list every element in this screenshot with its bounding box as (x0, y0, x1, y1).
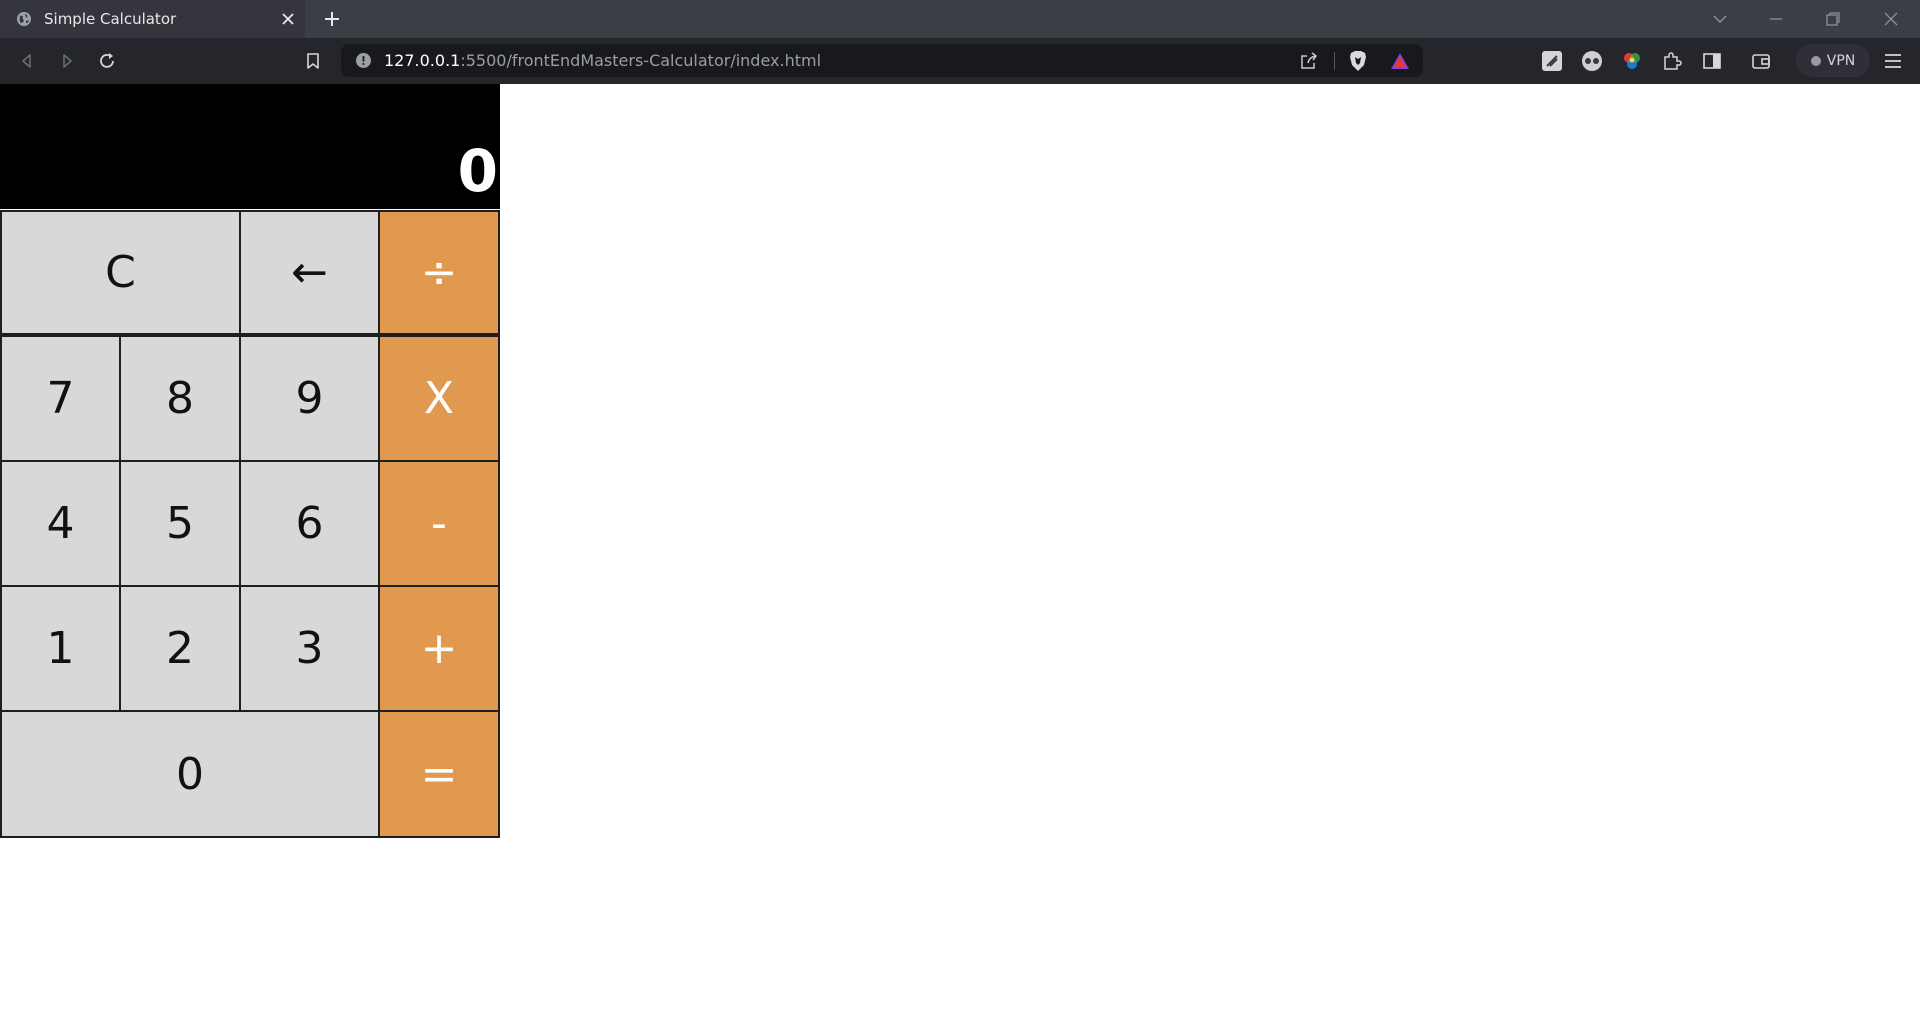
digit-2-button[interactable]: 2 (119, 585, 241, 712)
clear-button[interactable]: C (0, 210, 241, 335)
digit-7-button[interactable]: 7 (0, 335, 121, 462)
minimize-icon[interactable] (1767, 10, 1785, 28)
close-window-icon[interactable] (1882, 10, 1900, 28)
vpn-button[interactable]: VPN (1796, 44, 1870, 77)
globe-icon (17, 12, 31, 26)
sidebar-icon[interactable] (1701, 50, 1723, 72)
divide-button[interactable]: ÷ (378, 210, 500, 335)
calculator-display: 0 (0, 84, 500, 209)
minus-button[interactable]: - (378, 460, 500, 587)
browser-tab[interactable]: Simple Calculator (0, 0, 305, 38)
puzzle-icon[interactable] (1661, 50, 1683, 72)
digit-6-button[interactable]: 6 (239, 460, 380, 587)
reload-icon[interactable] (97, 51, 117, 71)
backspace-button[interactable]: ← (239, 210, 380, 335)
page-viewport: 0 C ← ÷ 7 8 9 X 4 5 6 - 1 2 3 + 0 = (0, 84, 1920, 1020)
share-icon[interactable] (1299, 51, 1319, 71)
url-host: 127.0.0.1 (384, 51, 461, 70)
digit-1-button[interactable]: 1 (0, 585, 121, 712)
digit-0-button[interactable]: 0 (0, 710, 380, 838)
extension-icon[interactable] (1581, 50, 1603, 72)
calculator-keypad: C ← ÷ 7 8 9 X 4 5 6 - 1 2 3 + 0 = (0, 210, 500, 838)
extension-icon[interactable] (1541, 50, 1563, 72)
vpn-label: VPN (1826, 52, 1856, 69)
wallet-icon[interactable] (1750, 50, 1772, 72)
url-text[interactable]: 127.0.0.1:5500/frontEndMasters-Calculato… (384, 44, 821, 77)
tab-search-chevron-icon[interactable] (1711, 10, 1729, 28)
navigation-toolbar: 127.0.0.1:5500/frontEndMasters-Calculato… (0, 38, 1920, 84)
restore-icon[interactable] (1824, 10, 1842, 28)
url-path: :5500/frontEndMasters-Calculator/index.h… (460, 51, 822, 70)
close-tab-icon[interactable] (280, 11, 296, 27)
vpn-status-icon (1810, 55, 1821, 66)
plus-button[interactable]: + (378, 585, 500, 712)
brave-shield-icon[interactable] (1348, 50, 1368, 72)
tab-strip: Simple Calculator (0, 0, 1920, 38)
forward-icon[interactable] (57, 51, 77, 71)
site-info-icon[interactable] (355, 52, 372, 69)
equals-button[interactable]: = (378, 710, 500, 838)
digit-3-button[interactable]: 3 (239, 585, 380, 712)
digit-5-button[interactable]: 5 (119, 460, 241, 587)
brave-rewards-icon[interactable] (1390, 51, 1410, 71)
multiply-button[interactable]: X (378, 335, 500, 462)
calculator: 0 C ← ÷ 7 8 9 X 4 5 6 - 1 2 3 + 0 = (0, 84, 500, 838)
digit-4-button[interactable]: 4 (0, 460, 121, 587)
digit-8-button[interactable]: 8 (119, 335, 241, 462)
menu-icon[interactable] (1882, 50, 1904, 72)
tab-title: Simple Calculator (44, 10, 177, 28)
digit-9-button[interactable]: 9 (239, 335, 380, 462)
back-icon[interactable] (17, 51, 37, 71)
bookmark-icon[interactable] (303, 51, 323, 71)
color-picker-icon[interactable] (1621, 50, 1643, 72)
url-divider (1334, 52, 1335, 70)
new-tab-icon[interactable] (322, 9, 342, 29)
address-bar[interactable]: 127.0.0.1:5500/frontEndMasters-Calculato… (341, 44, 1423, 77)
